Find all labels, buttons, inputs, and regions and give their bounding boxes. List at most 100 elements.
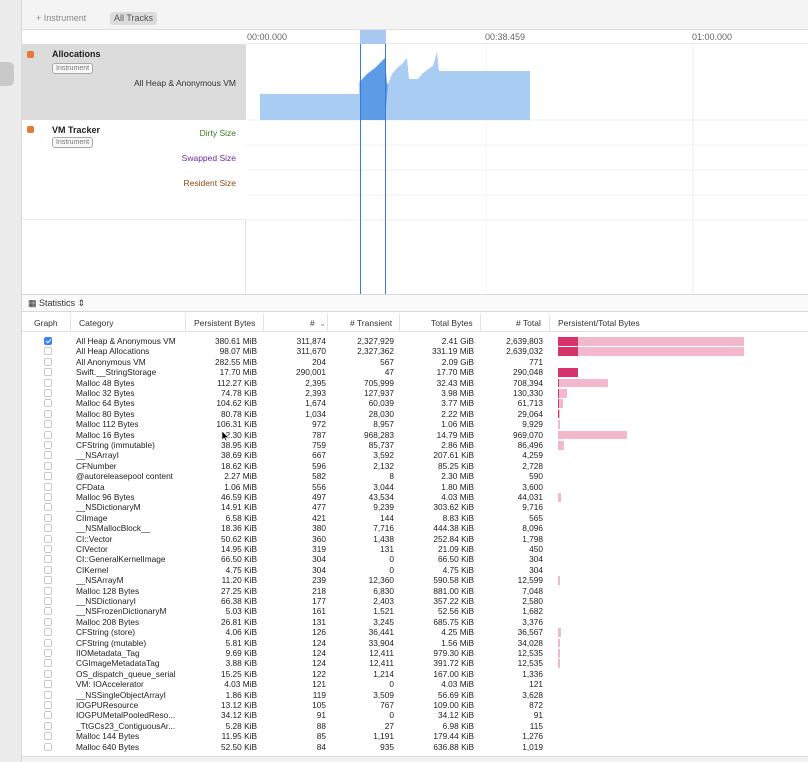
- graph-checkbox[interactable]: [44, 617, 52, 626]
- graph-checkbox[interactable]: [44, 597, 52, 605]
- table-row[interactable]: CIVector 14.95 KiB 319 131 21.09 KiB 450: [22, 544, 808, 555]
- table-row[interactable]: __NSDictionaryI 66.38 KiB 177 2,403 357.22 K…: [22, 596, 808, 607]
- col-persistent-bytes[interactable]: Persistent Bytes: [194, 318, 255, 328]
- graph-checkbox[interactable]: [44, 680, 52, 689]
- table-row[interactable]: Malloc 144 Bytes 11.95 KiB 85 1,191 179.44 K…: [22, 731, 808, 742]
- all-tracks-button[interactable]: All Tracks: [110, 12, 158, 25]
- graph-checkbox[interactable]: [44, 368, 52, 377]
- col-transient[interactable]: # Transient: [350, 318, 392, 328]
- timeline-graph[interactable]: [247, 44, 808, 294]
- col-category[interactable]: Category: [79, 318, 114, 328]
- graph-checkbox[interactable]: [44, 513, 52, 522]
- graph-checkbox[interactable]: [44, 378, 52, 387]
- graph-checkbox[interactable]: [44, 461, 52, 470]
- graph-checkbox[interactable]: [44, 409, 52, 418]
- table-row[interactable]: __NSDictionaryM 14.91 KiB 477 9,239 303.62 K…: [22, 502, 808, 513]
- graph-checkbox[interactable]: [44, 649, 52, 657]
- graph-checkbox[interactable]: [44, 420, 52, 429]
- table-row[interactable]: CFString (store) 4.06 KiB 126 36,441 4.25 Mi…: [22, 627, 808, 638]
- table-row[interactable]: Malloc 112 Bytes 106.31 KiB 972 8,957 1.06 M…: [22, 419, 808, 430]
- graph-checkbox[interactable]: [44, 545, 52, 553]
- table-row[interactable]: __NSArrayM 11.20 KiB 239 12,360 590.58 KiB 12…: [22, 575, 808, 586]
- graph-checkbox[interactable]: [44, 732, 52, 741]
- graph-checkbox[interactable]: [44, 472, 52, 481]
- graph-checkbox[interactable]: [44, 399, 52, 408]
- table-row[interactable]: CFString (mutable) 5.81 KiB 124 33,904 1.56 …: [22, 638, 808, 649]
- statistics-selector[interactable]: Statistics: [39, 298, 75, 308]
- graph-checkbox[interactable]: [44, 357, 52, 366]
- table-row[interactable]: Malloc 32 Bytes 74.78 KiB 2,393 127,937 3.98…: [22, 388, 808, 399]
- graph-checkbox[interactable]: [44, 607, 52, 616]
- sidebar-toggle-icon[interactable]: [0, 62, 14, 86]
- time-ruler[interactable]: 00:00.000 00:38.459 01:00.000: [246, 30, 808, 44]
- table-row[interactable]: IIOMetadata_Tag 9.69 KiB 124 12,411 979.30 K…: [22, 648, 808, 659]
- table-row[interactable]: __NSMallocBlock__ 18.36 KiB 380 7,716 444.38…: [22, 523, 808, 534]
- table-row[interactable]: __NSArrayI 38.69 KiB 667 3,592 207.61 KiB 4,2…: [22, 450, 808, 461]
- table-row[interactable]: CFString (immutable) 38.95 KiB 759 85,737 2.…: [22, 440, 808, 451]
- graph-checkbox[interactable]: [44, 524, 52, 533]
- table-row[interactable]: @autoreleasepool content 2.27 MiB 582 8 2.30…: [22, 471, 808, 482]
- table-row[interactable]: Malloc 64 Bytes 104.62 KiB 1,674 60,039 3.77…: [22, 398, 808, 409]
- graph-checkbox[interactable]: [44, 742, 52, 751]
- graph-checkbox[interactable]: [44, 555, 52, 564]
- graph-checkbox[interactable]: [44, 638, 52, 647]
- table-row[interactable]: IOGPUMetalPooledReso... 34.12 KiB 91 0 34.12…: [22, 710, 808, 721]
- graph-checkbox[interactable]: [44, 337, 52, 345]
- table-row[interactable]: CIKernel 4.75 KiB 304 0 4.75 KiB 304: [22, 565, 808, 576]
- instrument-badge[interactable]: Instrument: [52, 63, 94, 74]
- table-row[interactable]: CFNumber 18.62 KiB 596 2,132 85.25 KiB 2,728: [22, 461, 808, 472]
- table-row[interactable]: _TtGCs23_ContiguousAr... 5.28 KiB 88 27 6.98…: [22, 721, 808, 732]
- table-row[interactable]: VM: IOAccelerator 4.03 MiB 121 0 4.03 MiB 121: [22, 679, 808, 690]
- vm-tracker-track[interactable]: VM Tracker Instrument Dirty Size Swapped…: [22, 120, 246, 220]
- table-row[interactable]: OS_dispatch_queue_serial 15.25 KiB 122 1,21…: [22, 669, 808, 680]
- table-row[interactable]: Swift.__StringStorage 17.70 MiB 290,001 47 1…: [22, 367, 808, 378]
- graph-checkbox[interactable]: [44, 721, 52, 730]
- table-row[interactable]: Malloc 48 Bytes 112.27 KiB 2,395 705,999 32.…: [22, 378, 808, 389]
- graph-checkbox[interactable]: [44, 430, 52, 439]
- graph-checkbox[interactable]: [44, 711, 52, 720]
- col-total-bytes[interactable]: Total Bytes: [431, 318, 473, 328]
- graph-checkbox[interactable]: [44, 690, 52, 699]
- table-row[interactable]: Malloc 640 Bytes 52.50 KiB 84 935 636.88 KiB…: [22, 742, 808, 753]
- graph-checkbox[interactable]: [44, 669, 52, 678]
- table-row[interactable]: All Anonymous VM 282.55 MiB 204 567 2.09 GiB…: [22, 357, 808, 368]
- table-row[interactable]: IOGPUResource 13.12 KiB 105 767 109.00 KiB 87…: [22, 700, 808, 711]
- table-row[interactable]: Malloc 208 Bytes 26.81 KiB 131 3,245 685.75 …: [22, 617, 808, 628]
- graph-checkbox[interactable]: [44, 628, 52, 637]
- table-row[interactable]: CGImageMetadataTag 3.88 KiB 124 12,411 391.7…: [22, 658, 808, 669]
- time-selection-handle[interactable]: [360, 30, 386, 44]
- table-row[interactable]: CFData 1.06 MiB 556 3,044 1.80 MiB 3,600: [22, 482, 808, 493]
- graph-checkbox[interactable]: [44, 441, 52, 449]
- instrument-badge[interactable]: Instrument: [52, 137, 94, 148]
- table-row[interactable]: All Heap Allocations 98.07 MiB 311,670 2,32…: [22, 346, 808, 357]
- table-row[interactable]: Malloc 96 Bytes 46.59 KiB 497 43,534 4.03 Mi…: [22, 492, 808, 503]
- add-instrument-button[interactable]: + Instrument: [32, 12, 90, 25]
- col-persistent-total[interactable]: Persistent/Total Bytes: [558, 318, 640, 328]
- table-row[interactable]: CIImage 6.58 KiB 421 144 8.83 KiB 565: [22, 513, 808, 524]
- table-row[interactable]: Malloc 16 Bytes 12.30 KiB 787 968,283 14.79 …: [22, 430, 808, 441]
- col-total[interactable]: # Total: [516, 318, 541, 328]
- graph-checkbox[interactable]: [44, 451, 52, 460]
- col-count[interactable]: #: [310, 318, 315, 328]
- graph-checkbox[interactable]: [44, 493, 52, 501]
- graph-checkbox[interactable]: [44, 659, 52, 668]
- graph-checkbox[interactable]: [44, 586, 52, 595]
- graph-checkbox[interactable]: [44, 389, 52, 397]
- graph-checkbox[interactable]: [44, 347, 52, 356]
- table-row[interactable]: CI::GeneralKernelImage 66.50 KiB 304 0 66.50…: [22, 554, 808, 565]
- allocations-track[interactable]: Allocations Instrument All Heap & Anonym…: [22, 44, 246, 120]
- table-row[interactable]: __NSSingleObjectArrayI 1.86 KiB 119 3,509 56…: [22, 690, 808, 701]
- graph-checkbox[interactable]: [44, 576, 52, 585]
- graph-checkbox[interactable]: [44, 701, 52, 709]
- graph-checkbox[interactable]: [44, 482, 52, 491]
- graph-checkbox[interactable]: [44, 565, 52, 574]
- graph-checkbox[interactable]: [44, 534, 52, 543]
- table-row[interactable]: Malloc 128 Bytes 27.25 KiB 218 6,830 881.00 …: [22, 586, 808, 597]
- table-row[interactable]: __NSFrozenDictionaryM 5.03 KiB 161 1,521 52.…: [22, 606, 808, 617]
- col-graph[interactable]: Graph: [34, 318, 58, 328]
- table-row[interactable]: CI::Vector 50.62 KiB 360 1,438 252.84 KiB 1,7…: [22, 534, 808, 545]
- graph-checkbox[interactable]: [44, 503, 52, 512]
- table-row[interactable]: All Heap & Anonymous VM 380.61 MiB 311,874…: [22, 336, 808, 347]
- time-selection[interactable]: [360, 44, 386, 294]
- table-row[interactable]: Malloc 80 Bytes 80.78 KiB 1,034 28,030 2.22 …: [22, 409, 808, 420]
